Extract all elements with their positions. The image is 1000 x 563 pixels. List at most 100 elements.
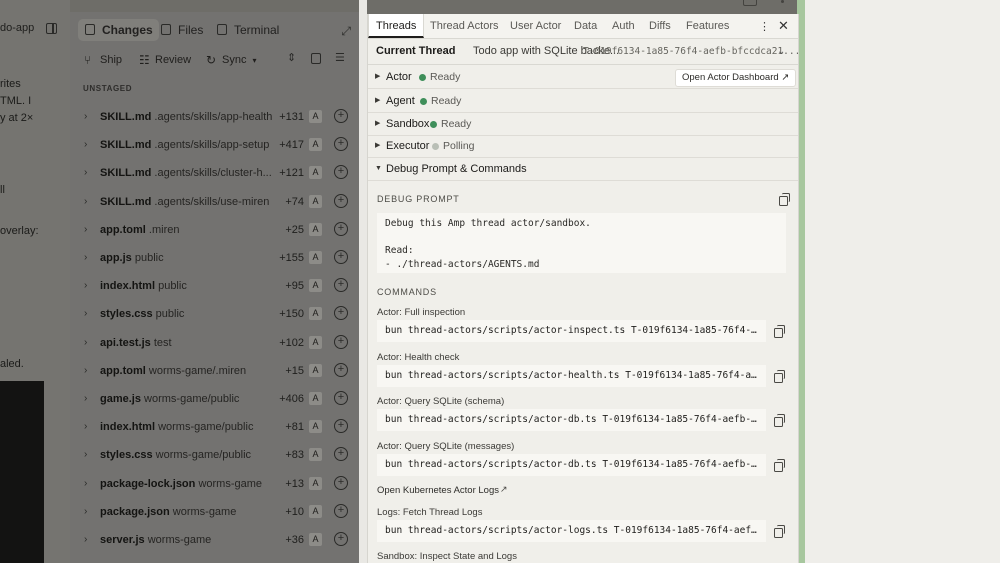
file-row[interactable]: › app.toml worms-game/.miren +15 A + — [70, 362, 359, 382]
file-row[interactable]: › package.json worms-game +10 A + — [70, 503, 359, 523]
tab-terminal[interactable]: Terminal — [210, 19, 285, 41]
file-name: styles.css worms-game/public — [100, 449, 251, 461]
chevron-right-icon[interactable]: › — [84, 139, 87, 150]
file-row[interactable]: › styles.css worms-game/public +83 A + — [70, 446, 359, 466]
chevron-right-icon[interactable]: › — [84, 167, 87, 178]
file-row[interactable]: › app.toml .miren +25 A + — [70, 221, 359, 241]
chevron-right-icon[interactable]: › — [84, 534, 87, 545]
file-name: SKILL.md .agents/skills/cluster-h... — [100, 167, 272, 179]
stage-file-icon[interactable]: + — [334, 503, 348, 518]
file-row[interactable]: › index.html worms-game/public +81 A + — [70, 418, 359, 438]
status-badge: A — [309, 476, 322, 490]
status-row-debug[interactable]: ▼ Debug Prompt & Commands — [368, 158, 798, 181]
expand-icon[interactable]: ⤢ — [341, 24, 351, 39]
file-row[interactable]: › index.html public +95 A + — [70, 277, 359, 297]
chevron-right-icon[interactable]: › — [84, 365, 87, 376]
open-k8s-logs-link[interactable]: Open Kubernetes Actor Logs — [377, 485, 499, 496]
status-row-executor[interactable]: ▶ Executor Polling — [368, 135, 798, 158]
copy-icon[interactable] — [774, 414, 785, 427]
chevron-right-icon[interactable]: › — [84, 393, 87, 404]
chevron-right-icon[interactable]: › — [84, 224, 87, 235]
ship-button[interactable]: ⑂ Ship — [84, 51, 122, 69]
current-thread-selector[interactable]: Current Thread Todo app with SQLite back… — [368, 39, 798, 65]
tab-files[interactable]: Files — [154, 19, 209, 41]
stage-file-icon[interactable]: + — [334, 362, 348, 377]
tab-auth[interactable]: Auth — [605, 14, 642, 38]
stage-file-icon[interactable]: + — [334, 306, 348, 321]
chevron-right-icon[interactable]: › — [84, 196, 87, 207]
chevron-right-icon[interactable]: › — [84, 337, 87, 348]
chevron-right-icon[interactable]: › — [84, 478, 87, 489]
changes-panel: Changes Files Terminal ⤢ ⑂ Ship ☷ Review… — [70, 12, 359, 563]
stage-file-icon[interactable]: + — [334, 221, 348, 236]
chevron-right-icon[interactable]: › — [84, 506, 87, 517]
sidebar-toggle-icon[interactable] — [46, 23, 57, 34]
stage-file-icon[interactable]: + — [334, 278, 348, 293]
file-row[interactable]: › SKILL.md .agents/skills/use-miren +74 A + — [70, 193, 359, 213]
stage-file-icon[interactable]: + — [334, 447, 348, 462]
debug-prompt-line: Read: — [385, 245, 414, 256]
tab-user-actor[interactable]: User Actor — [503, 14, 568, 38]
chevron-right-icon[interactable]: › — [84, 252, 87, 263]
command-label: Actor: Query SQLite (messages) — [377, 440, 515, 452]
stage-file-icon[interactable]: + — [334, 334, 348, 349]
copy-icon[interactable] — [774, 458, 785, 472]
panel-divider[interactable] — [359, 0, 367, 563]
review-button[interactable]: ☷ Review — [139, 51, 191, 69]
open-actor-dashboard-button[interactable]: Open Actor Dashboard ↗ — [675, 69, 797, 87]
close-icon[interactable]: ✕ — [778, 18, 789, 34]
stage-file-icon[interactable]: + — [334, 419, 348, 434]
command-box[interactable]: bun thread-actors/scripts/actor-inspect.… — [377, 320, 766, 342]
status-row-sandbox[interactable]: ▶ Sandbox Ready — [368, 113, 798, 136]
file-row[interactable]: › package-lock.json worms-game +13 A + — [70, 475, 359, 495]
stage-file-icon[interactable]: + — [334, 532, 348, 546]
copy-icon[interactable] — [774, 369, 785, 383]
stage-file-icon[interactable]: + — [334, 250, 348, 264]
background-doc-line: rites — [0, 78, 21, 90]
stage-file-icon[interactable]: + — [334, 475, 348, 490]
stage-file-icon[interactable]: + — [334, 109, 348, 123]
status-row-agent[interactable]: ▶ Agent Ready — [368, 90, 798, 113]
triangle-down-icon: ▼ — [375, 165, 382, 172]
command-box[interactable]: bun thread-actors/scripts/actor-db.ts T-… — [377, 409, 766, 431]
tab-changes[interactable]: Changes — [78, 19, 159, 41]
stage-file-icon[interactable]: + — [334, 391, 348, 405]
file-row[interactable]: › api.test.js test +102 A + — [70, 334, 359, 354]
copy-icon[interactable] — [774, 525, 785, 538]
menu-icon[interactable]: ☰ — [335, 53, 345, 64]
chevron-right-icon[interactable]: › — [84, 421, 87, 432]
command-box[interactable]: bun thread-actors/scripts/actor-logs.ts … — [377, 520, 766, 542]
file-row[interactable]: › app.js public +155 A + — [70, 249, 359, 269]
status-row-actor[interactable]: ▶ Actor Ready Open Actor Dashboard ↗ — [368, 66, 798, 89]
chevron-right-icon[interactable]: › — [84, 111, 87, 122]
file-row[interactable]: › styles.css public +150 A + — [70, 305, 359, 325]
chevron-right-icon[interactable]: › — [84, 280, 87, 291]
sort-icon[interactable]: ⇕ — [287, 53, 297, 64]
tab-diffs[interactable]: Diffs — [642, 14, 678, 38]
file-row[interactable]: › server.js worms-game +36 A + — [70, 531, 359, 551]
tab-features[interactable]: Features — [679, 14, 736, 38]
file-row[interactable]: › game.js worms-game/public +406 A + — [70, 390, 359, 410]
command-box[interactable]: bun thread-actors/scripts/actor-health.t… — [377, 364, 766, 387]
tab-thread-actors[interactable]: Thread Actors — [423, 14, 505, 38]
stage-file-icon[interactable]: + — [334, 165, 348, 180]
tab-threads[interactable]: Threads — [368, 14, 425, 38]
debug-prompt-box[interactable]: Debug this Amp thread actor/sandbox. Read… — [377, 213, 786, 273]
chevron-right-icon[interactable]: › — [84, 449, 87, 460]
file-row[interactable]: › SKILL.md .agents/skills/cluster-h... +12… — [70, 164, 359, 184]
external-link-icon[interactable]: ↗ — [500, 484, 508, 495]
file-row[interactable]: › SKILL.md .agents/skills/app-health +131 A… — [70, 108, 359, 128]
tab-data[interactable]: Data — [567, 14, 604, 38]
more-options-icon[interactable]: ⋮ — [759, 20, 770, 33]
copy-icon[interactable] — [779, 193, 790, 206]
copy-icon[interactable] — [774, 325, 785, 338]
stage-file-icon[interactable]: + — [334, 193, 348, 208]
command-box[interactable]: bun thread-actors/scripts/actor-db.ts T-… — [377, 453, 766, 476]
file-name: game.js worms-game/public — [100, 393, 239, 405]
chevron-right-icon[interactable]: › — [84, 308, 87, 319]
split-view-icon[interactable] — [311, 53, 321, 64]
stage-file-icon[interactable]: + — [334, 137, 348, 152]
sync-button[interactable]: ↻ Sync ▾ — [206, 51, 257, 69]
file-directory: .agents/skills/app-setup — [154, 139, 270, 152]
file-row[interactable]: › SKILL.md .agents/skills/app-setup +417 A + — [70, 136, 359, 156]
